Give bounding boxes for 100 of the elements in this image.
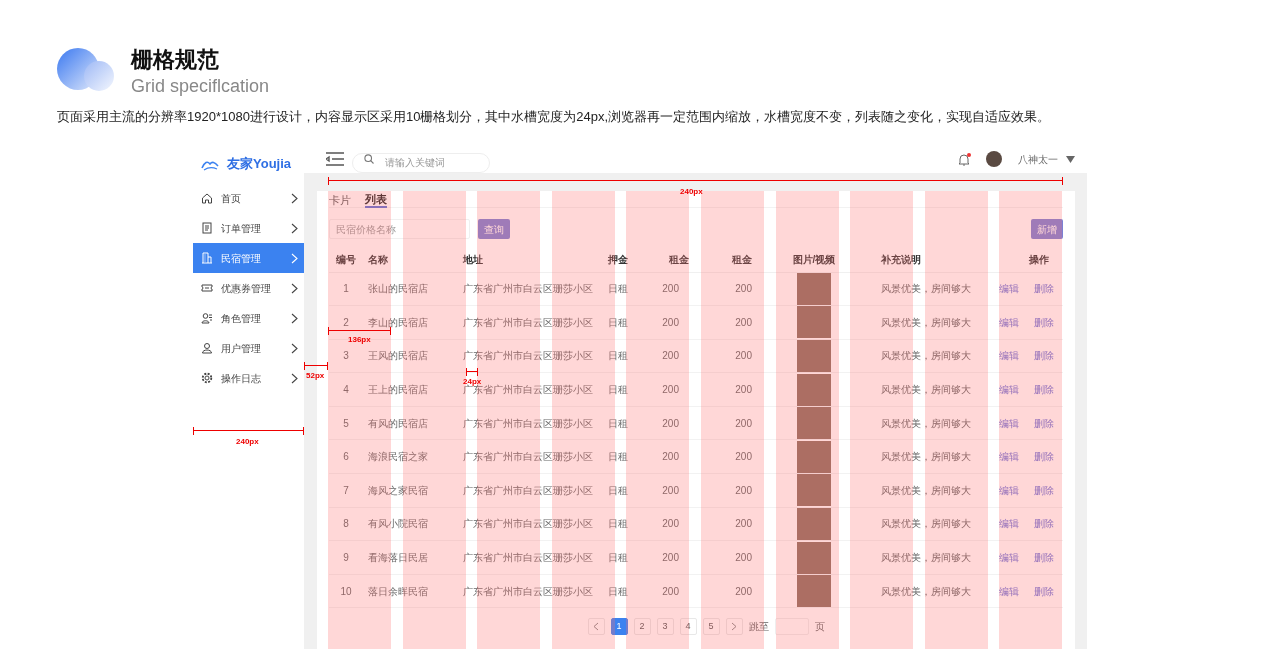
edit-link[interactable]: 编辑 <box>999 384 1019 396</box>
delete-link[interactable]: 删除 <box>1034 384 1054 396</box>
chevron-right-icon <box>291 222 298 234</box>
photo-placeholder <box>797 474 831 507</box>
page-button[interactable]: 3 <box>656 618 674 636</box>
edit-link[interactable]: 编辑 <box>999 316 1019 328</box>
table-cell: 1 <box>329 272 363 306</box>
table-cell: 广东省广州市白云区珊莎小区 <box>455 574 605 608</box>
delete-link[interactable]: 删除 <box>1034 585 1054 597</box>
delete-link[interactable]: 删除 <box>1034 283 1054 295</box>
table-cell: 日租 <box>605 406 628 440</box>
column-header: 操作 <box>991 248 1063 272</box>
table-cell: 200 <box>628 439 689 474</box>
delete-link[interactable]: 删除 <box>1034 451 1054 463</box>
dimension-label: 24px <box>463 377 482 386</box>
table-cell: 5 <box>329 406 363 440</box>
edit-link[interactable]: 编辑 <box>999 350 1019 362</box>
photo-placeholder <box>797 272 831 305</box>
delete-link[interactable]: 删除 <box>1034 518 1054 530</box>
bell-icon[interactable] <box>958 152 970 166</box>
user-icon <box>201 342 213 354</box>
delete-link[interactable]: 删除 <box>1034 350 1054 362</box>
column-header: 图片/视频 <box>752 248 876 272</box>
menu-icon[interactable] <box>326 152 344 166</box>
table-cell: 广东省广州市白云区珊莎小区 <box>455 339 605 373</box>
table-cell: 日租 <box>605 507 628 541</box>
page-button[interactable]: 1 <box>610 618 628 636</box>
table-cell: 200 <box>689 540 752 575</box>
table-cell: 海浪民宿之家 <box>363 439 455 474</box>
sidebar-item[interactable]: 民宿管理 <box>193 243 304 273</box>
column-header: 租金 <box>628 248 689 272</box>
page-button[interactable]: 4 <box>679 618 697 636</box>
sidebar-item[interactable]: 首页 <box>193 183 304 213</box>
search-button[interactable]: 查询 <box>478 219 510 239</box>
photo-placeholder <box>797 340 831 372</box>
table-cell: 6 <box>329 439 363 474</box>
edit-link[interactable]: 编辑 <box>999 585 1019 597</box>
table-cell: 200 <box>689 574 752 608</box>
page-number-field[interactable] <box>774 618 809 636</box>
name-filter-field[interactable]: 民宿价格名称 <box>329 219 470 239</box>
delete-link[interactable]: 删除 <box>1034 552 1054 564</box>
tab[interactable]: 卡片 <box>329 191 351 208</box>
search-field[interactable]: 请输入关键词 <box>352 152 490 173</box>
table-cell: 日租 <box>605 305 628 340</box>
sidebar-item[interactable]: 用户管理 <box>193 333 304 363</box>
edit-link[interactable]: 编辑 <box>999 451 1019 463</box>
edit-link[interactable]: 编辑 <box>999 518 1019 530</box>
sidebar-item[interactable]: 角色管理 <box>193 303 304 333</box>
chevron-right-icon <box>731 622 737 632</box>
table-cell: 日租 <box>605 473 628 508</box>
table-cell: 200 <box>689 406 752 440</box>
chevron-right-icon <box>291 372 298 384</box>
photo-placeholder <box>797 575 831 608</box>
avatar[interactable] <box>986 151 1002 167</box>
sidebar-item[interactable]: 订单管理 <box>193 213 304 243</box>
table-cell: 200 <box>689 272 752 306</box>
page-button[interactable]: 5 <box>702 618 720 636</box>
delete-link[interactable]: 删除 <box>1034 484 1054 496</box>
table-cell: 200 <box>689 339 752 373</box>
logo-text: 友家Youjia <box>227 155 292 174</box>
table-cell: 200 <box>689 372 752 407</box>
sidebar-item[interactable]: 操作日志 <box>193 363 304 393</box>
table-cell: 200 <box>628 339 689 373</box>
table-cell: 200 <box>689 439 752 474</box>
table-cell: 日租 <box>605 372 628 407</box>
dimension-line <box>466 368 478 376</box>
table-cell: 广东省广州市白云区珊莎小区 <box>455 507 605 541</box>
photo-placeholder <box>797 306 831 339</box>
edit-link[interactable]: 编辑 <box>999 283 1019 295</box>
chevron-right-icon <box>291 312 298 324</box>
edit-link[interactable]: 编辑 <box>999 552 1019 564</box>
chevron-right-icon <box>291 282 298 294</box>
table-cell: 200 <box>628 540 689 575</box>
delete-link[interactable]: 删除 <box>1034 417 1054 429</box>
photo-placeholder <box>797 407 831 440</box>
tab[interactable]: 列表 <box>365 191 387 208</box>
document-icon <box>201 222 213 234</box>
table-cell: 广东省广州市白云区珊莎小区 <box>455 272 605 306</box>
dimension-line <box>304 362 328 370</box>
table-cell: 风景优美，房间够大 <box>876 507 991 541</box>
column-header: 地址 <box>455 248 605 272</box>
edit-link[interactable]: 编辑 <box>999 484 1019 496</box>
sidebar-item[interactable]: 优惠券管理 <box>193 273 304 303</box>
table-cell: 200 <box>628 507 689 541</box>
chevron-right-icon <box>291 342 298 354</box>
table-cell: 广东省广州市白云区珊莎小区 <box>455 406 605 440</box>
edit-link[interactable]: 编辑 <box>999 417 1019 429</box>
page-subtitle: Grid speciflcation <box>131 75 270 98</box>
table-cell: 8 <box>329 507 363 541</box>
table-cell: 风景优美，房间够大 <box>876 339 991 373</box>
table-cell: 风景优美，房间够大 <box>876 574 991 608</box>
column-header: 编号 <box>329 248 363 272</box>
page-button[interactable]: 2 <box>633 618 651 636</box>
caret-down-icon[interactable] <box>1066 155 1075 163</box>
photo-placeholder <box>797 507 831 540</box>
user-name[interactable]: 八神太一 <box>1018 151 1058 167</box>
delete-link[interactable]: 删除 <box>1034 316 1054 328</box>
add-button[interactable]: 新增 <box>1031 219 1063 239</box>
ticket-icon <box>201 282 213 294</box>
user-list-icon <box>201 312 213 324</box>
